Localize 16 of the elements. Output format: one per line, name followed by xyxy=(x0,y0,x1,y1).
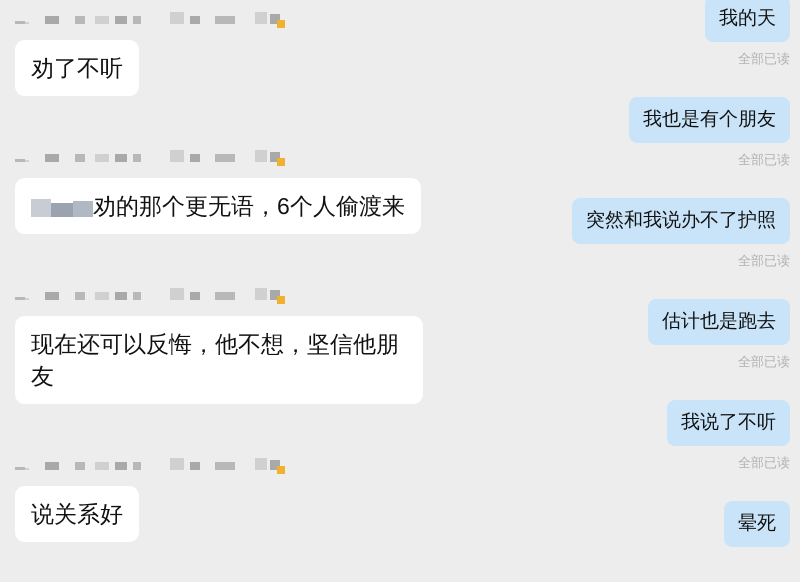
message-bubble: 劝的那个更无语，6个人偷渡来 xyxy=(15,178,421,234)
read-status: 全部已读 xyxy=(738,353,790,371)
read-status: 全部已读 xyxy=(738,151,790,169)
message-bubble: 我也是有个朋友 xyxy=(629,97,790,143)
message-bubble: 突然和我说办不了护照 xyxy=(572,198,790,244)
read-status: 全部已读 xyxy=(738,454,790,472)
read-status: 全部已读 xyxy=(738,252,790,270)
message-bubble: 说关系好 xyxy=(15,486,139,542)
message-bubble: 我说了不听 xyxy=(667,400,790,446)
message-bubble: 我的天 xyxy=(705,0,790,42)
message-bubble: 晕死 xyxy=(724,501,790,547)
message-bubble: 估计也是跑去 xyxy=(648,299,790,345)
message-bubble: 劝了不听 xyxy=(15,40,139,96)
read-status: 全部已读 xyxy=(738,50,790,68)
message-bubble: 现在还可以反悔，他不想，坚信他朋友 xyxy=(15,316,423,404)
blurred-text-drawing xyxy=(31,196,93,219)
